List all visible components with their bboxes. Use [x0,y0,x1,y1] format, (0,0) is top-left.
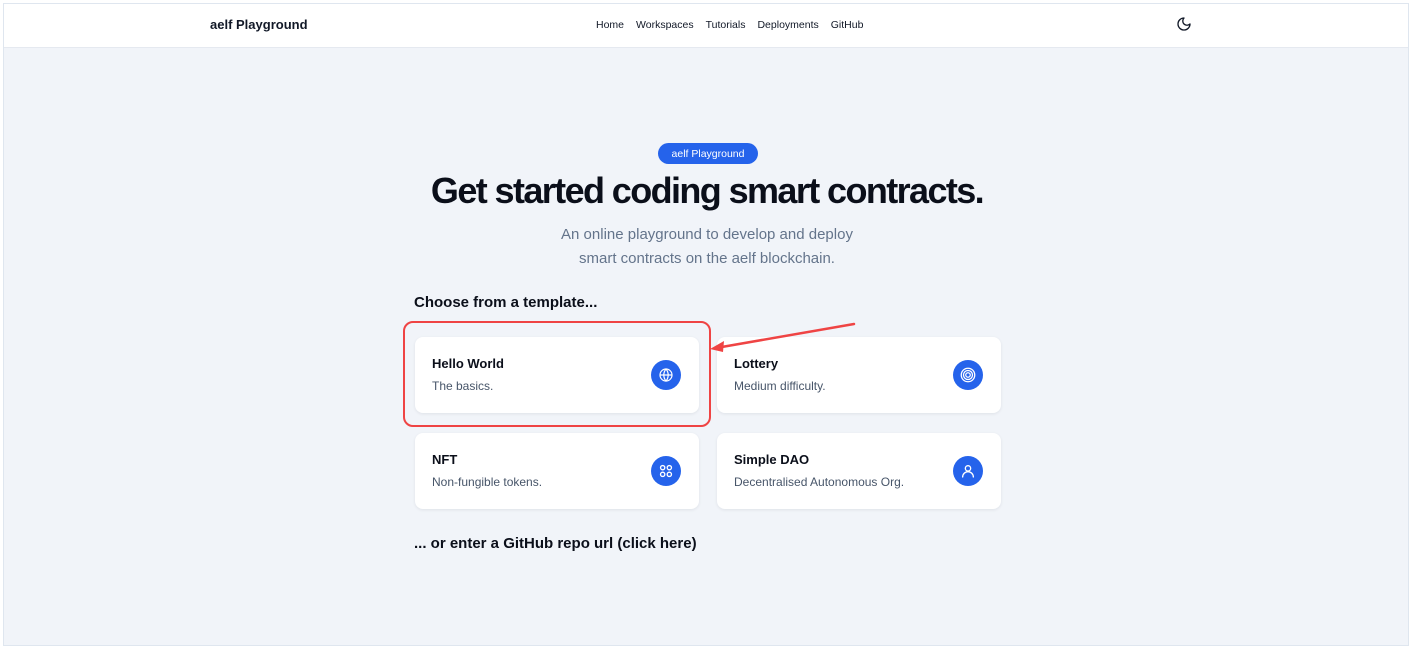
template-card-description: Decentralised Autonomous Org. [734,475,905,489]
template-card-title: Simple DAO [734,452,810,467]
annotation-highlight-box [403,321,711,427]
target-icon [953,360,983,390]
template-card-description: Non-fungible tokens. [432,475,543,489]
grid-circles-icon [651,456,681,486]
annotation-arrow-icon [710,322,856,352]
github-repo-url-link[interactable]: ... or enter a GitHub repo url (click he… [414,535,697,552]
template-section-label: Choose from a template... [414,294,598,311]
moon-icon [1177,17,1191,31]
nav-home[interactable]: Home [596,19,624,31]
user-icon [953,456,983,486]
page-frame: aelf Playground Home Workspaces Tutorial… [3,3,1409,646]
template-card-nft[interactable]: NFT Non-fungible tokens. [415,433,699,509]
template-card-simple-dao[interactable]: Simple DAO Decentralised Autonomous Org. [717,433,1001,509]
top-navbar: aelf Playground Home Workspaces Tutorial… [4,4,1408,48]
nav-workspaces[interactable]: Workspaces [636,19,694,31]
hero-title: Get started coding smart contracts. [430,170,985,211]
template-card-title: NFT [432,452,458,467]
hero-subtitle-line-2: smart contracts on the aelf blockchain. [579,250,835,267]
brand-logo-link[interactable]: aelf Playground [210,17,308,32]
hero-subtitle: An online playground to develop and depl… [507,223,907,271]
theme-toggle-button[interactable] [1176,16,1192,32]
hero-subtitle-line-1: An online playground to develop and depl… [561,226,853,243]
nav-deployments[interactable]: Deployments [757,19,818,31]
hero-badge: aelf Playground [658,143,758,164]
main-nav: Home Workspaces Tutorials Deployments Gi… [596,19,863,31]
nav-github[interactable]: GitHub [831,19,864,31]
template-card-title: Lottery [734,356,779,371]
nav-tutorials[interactable]: Tutorials [706,19,746,31]
template-card-description: Medium difficulty. [734,379,826,393]
